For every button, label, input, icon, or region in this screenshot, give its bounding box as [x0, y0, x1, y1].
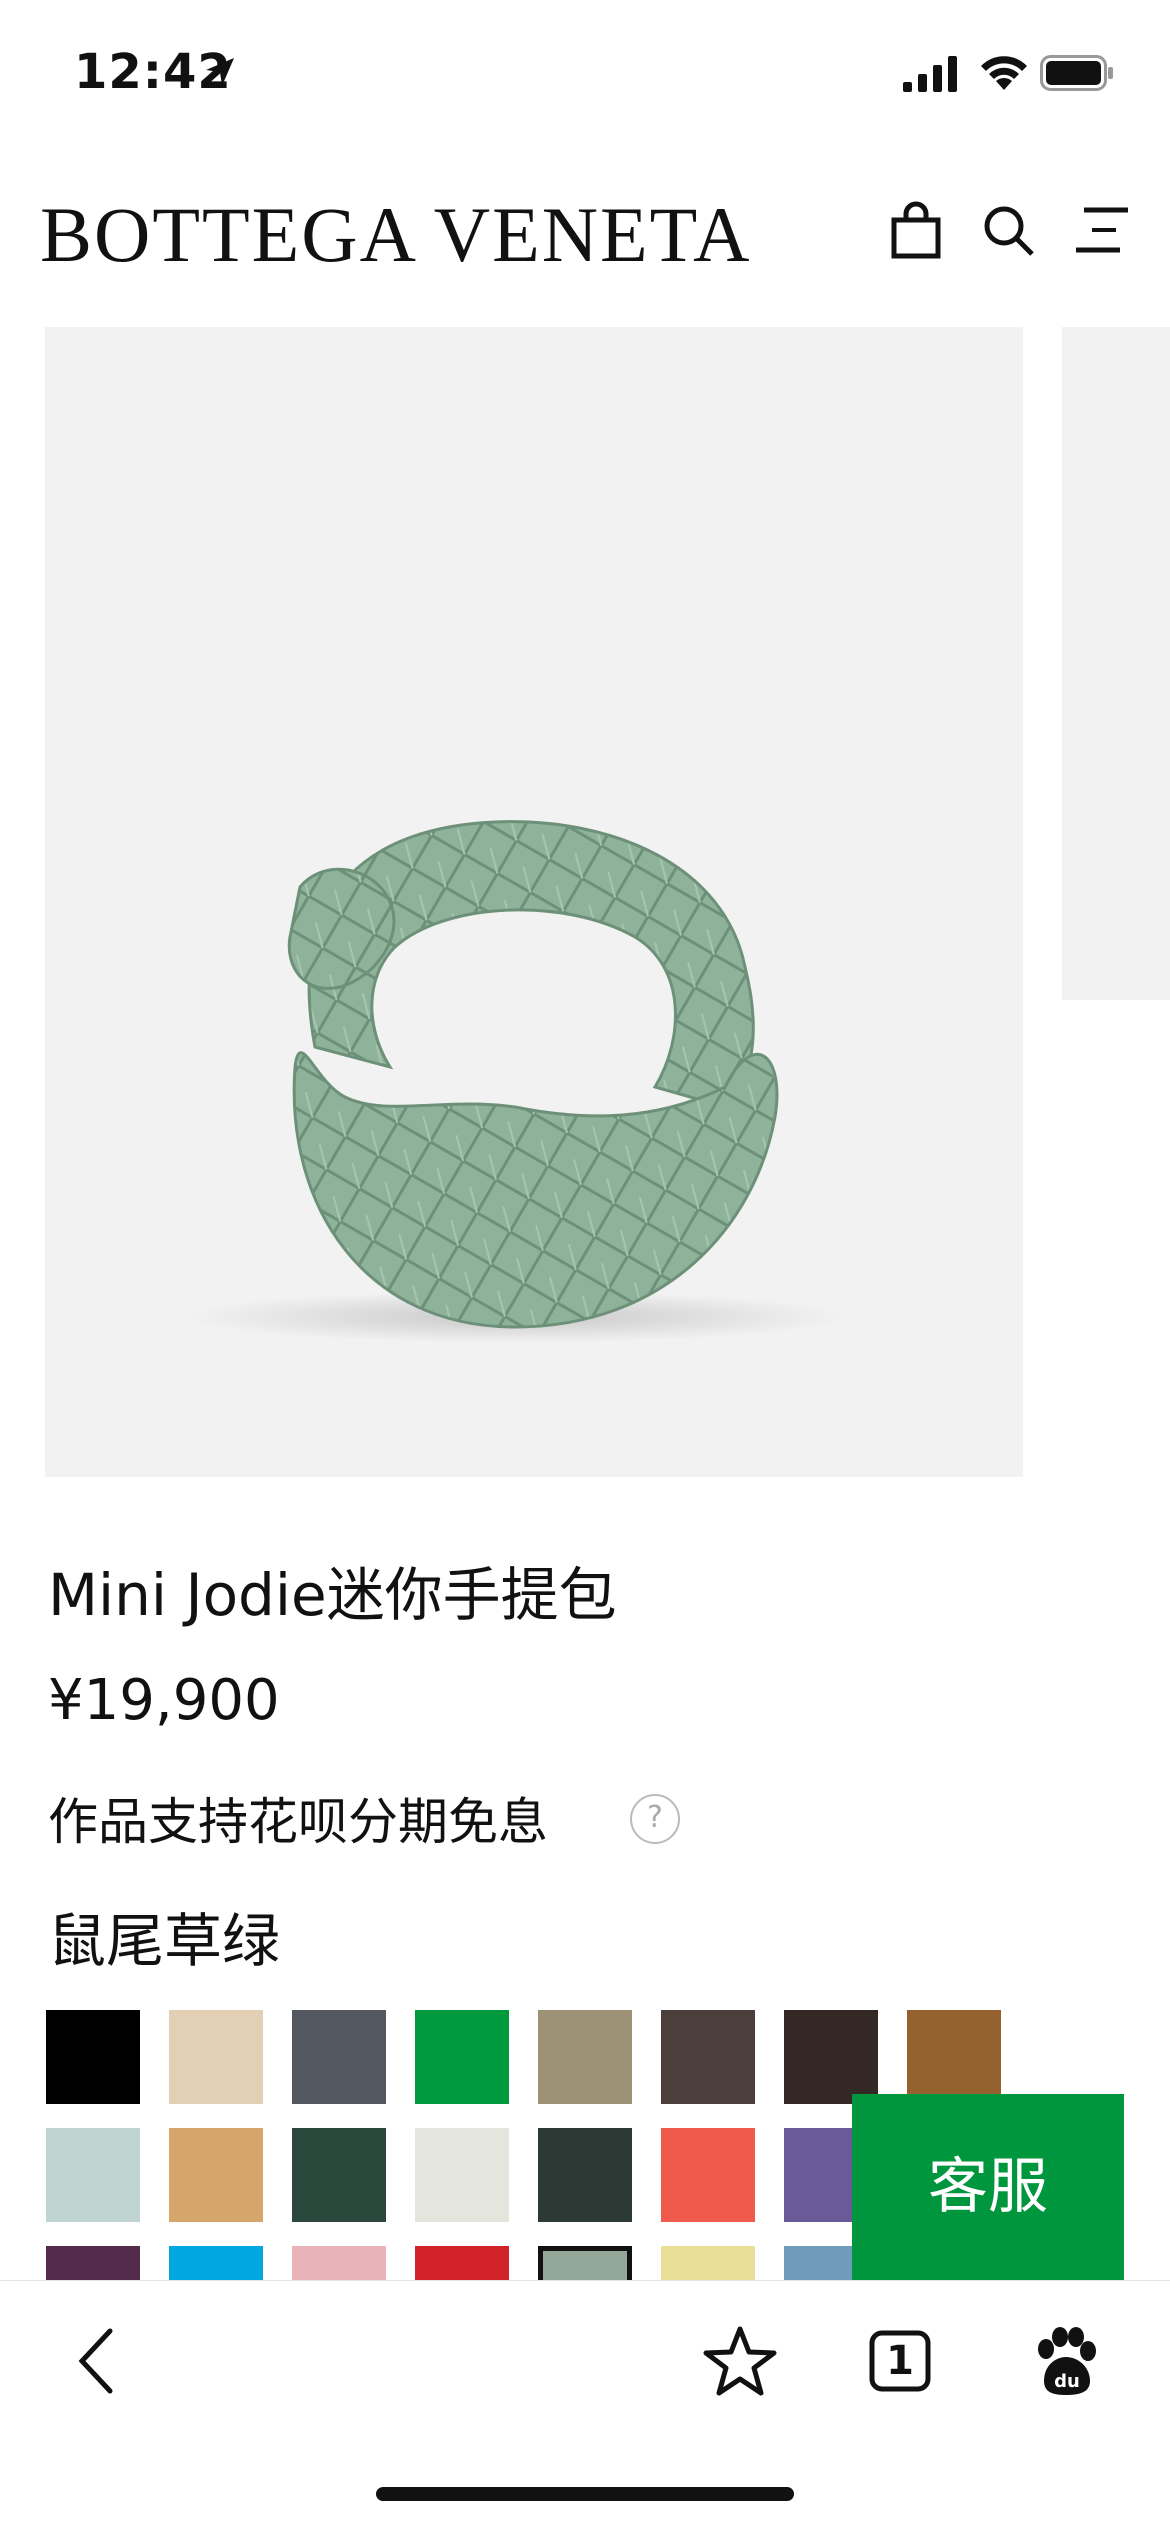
- customer-service-button[interactable]: 客服: [852, 2094, 1124, 2280]
- color-swatch[interactable]: [169, 2128, 263, 2222]
- color-swatch[interactable]: [415, 2010, 509, 2104]
- menu-icon[interactable]: [1070, 198, 1134, 262]
- tab-count: 1: [886, 2338, 914, 2384]
- color-swatch[interactable]: [292, 2128, 386, 2222]
- color-swatch[interactable]: [415, 2128, 509, 2222]
- selected-color-name: 鼠尾草绿: [48, 1907, 281, 1975]
- browser-toolbar: 1 du: [0, 2280, 1170, 2533]
- status-bar: 12:42: [0, 0, 1170, 150]
- product-image: [185, 820, 845, 1343]
- color-swatch[interactable]: [538, 2010, 632, 2104]
- next-image-preview[interactable]: [1062, 327, 1170, 1000]
- color-swatch[interactable]: [907, 2010, 1001, 2104]
- product-image-gallery[interactable]: [45, 327, 1023, 1477]
- color-swatch[interactable]: [46, 2010, 140, 2104]
- svg-text:du: du: [1054, 2371, 1080, 2392]
- product-price: ¥19,900: [48, 1668, 280, 1733]
- brand-logo[interactable]: BOTTEGA VENETA: [40, 190, 751, 280]
- color-swatch[interactable]: [46, 2246, 140, 2280]
- color-swatch[interactable]: [292, 2010, 386, 2104]
- shopping-bag-icon[interactable]: [884, 198, 948, 262]
- color-swatch[interactable]: [46, 2128, 140, 2222]
- site-header: BOTTEGA VENETA: [0, 150, 1170, 310]
- search-icon[interactable]: [976, 198, 1040, 262]
- color-swatch[interactable]: [169, 2246, 263, 2280]
- tabs-button[interactable]: 1: [860, 2321, 940, 2401]
- color-swatch[interactable]: [661, 2010, 755, 2104]
- baidu-paw-icon[interactable]: du: [1024, 2321, 1104, 2401]
- color-swatch[interactable]: [538, 2128, 632, 2222]
- color-swatch[interactable]: [292, 2246, 386, 2280]
- color-swatch[interactable]: [661, 2128, 755, 2222]
- color-swatch[interactable]: [169, 2010, 263, 2104]
- help-icon[interactable]: ?: [630, 1794, 680, 1844]
- cellular-signal-icon: [903, 56, 957, 92]
- color-swatch[interactable]: [784, 2010, 878, 2104]
- installment-info: 作品支持花呗分期免息: [48, 1793, 548, 1851]
- color-swatch[interactable]: [538, 2246, 632, 2280]
- color-swatch[interactable]: [415, 2246, 509, 2280]
- product-title: Mini Jodie迷你手提包: [48, 1561, 617, 1629]
- location-arrow-icon: [206, 58, 234, 86]
- home-indicator: [376, 2487, 794, 2501]
- battery-icon: [1040, 55, 1113, 91]
- color-swatch[interactable]: [661, 2246, 755, 2280]
- favorite-star-icon[interactable]: [700, 2321, 780, 2401]
- wifi-icon: [981, 56, 1027, 90]
- back-icon[interactable]: [60, 2321, 140, 2401]
